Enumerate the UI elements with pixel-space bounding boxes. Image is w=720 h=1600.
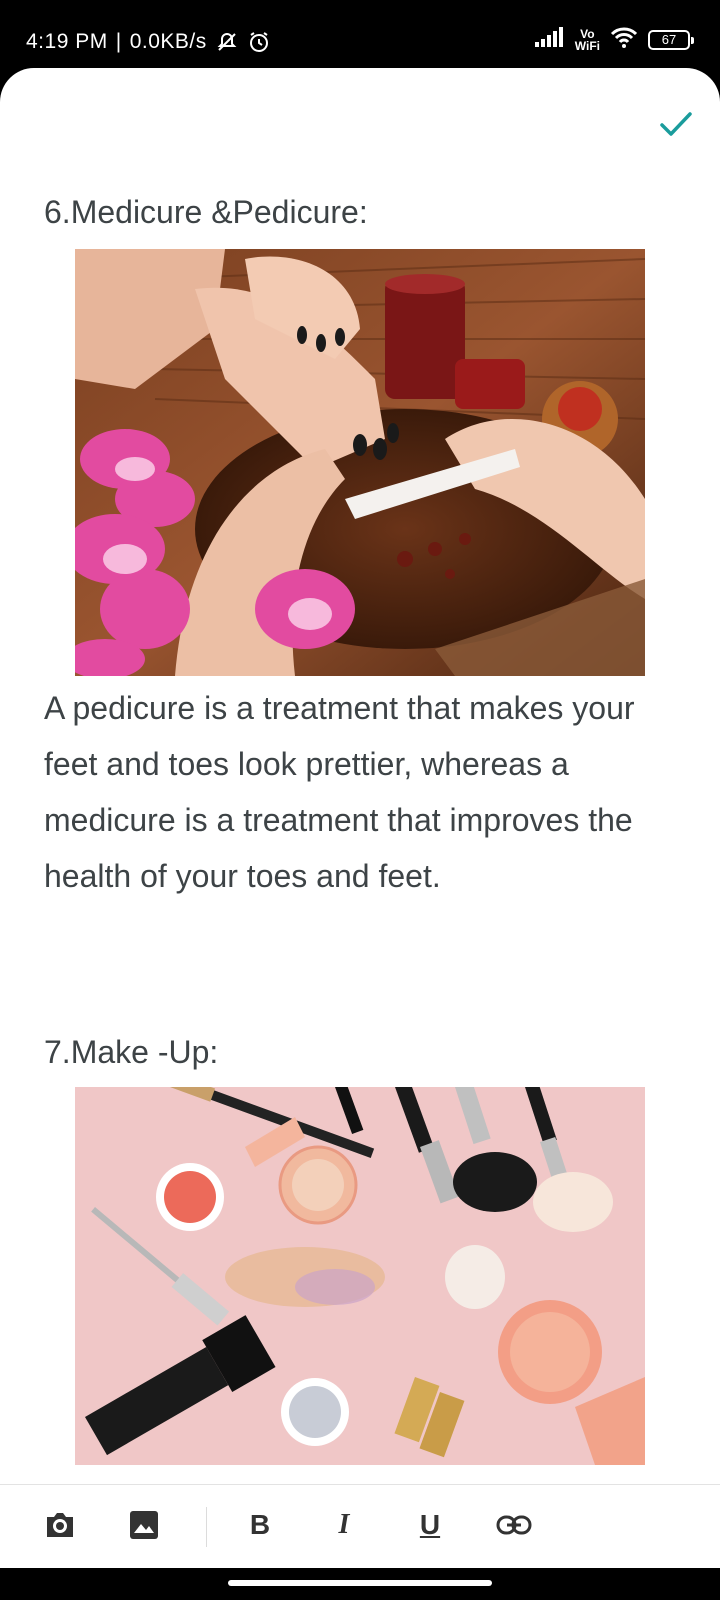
battery-level: 67 bbox=[661, 31, 677, 47]
alarm-icon bbox=[247, 30, 271, 54]
status-right: Vo WiFi 67 bbox=[534, 26, 694, 53]
mute-icon bbox=[215, 30, 239, 54]
status-net-speed: 0.0KB/s bbox=[129, 30, 207, 53]
toolbar-divider bbox=[206, 1507, 207, 1547]
section6-heading[interactable]: 6.Medicure &Pedicure: bbox=[44, 194, 368, 231]
link-icon bbox=[496, 1515, 532, 1535]
home-indicator[interactable] bbox=[228, 1580, 492, 1586]
wifi-icon bbox=[610, 26, 638, 53]
italic-button[interactable]: I bbox=[324, 1505, 364, 1545]
image-icon bbox=[130, 1511, 158, 1539]
manicure-photo[interactable] bbox=[75, 249, 645, 676]
check-icon bbox=[660, 112, 692, 136]
status-bar: 4:19 PM | 0.0KB/s Vo WiFi 67 bbox=[0, 0, 720, 68]
makeup-photo[interactable] bbox=[75, 1087, 645, 1465]
camera-icon bbox=[47, 1513, 73, 1537]
status-separator: | bbox=[115, 30, 122, 53]
done-button[interactable] bbox=[656, 104, 696, 144]
navigation-bar bbox=[0, 1568, 720, 1600]
camera-button[interactable] bbox=[40, 1505, 80, 1545]
section7-heading[interactable]: 7.Make -Up: bbox=[44, 1034, 218, 1071]
formatting-toolbar: B I U bbox=[0, 1484, 720, 1568]
status-time: 4:19 PM bbox=[26, 30, 108, 53]
status-left: 4:19 PM | 0.0KB/s bbox=[26, 30, 271, 54]
insert-image-button[interactable] bbox=[124, 1505, 164, 1545]
bold-button[interactable]: B bbox=[240, 1505, 280, 1545]
signal-icon bbox=[534, 27, 565, 52]
underline-button[interactable]: U bbox=[410, 1505, 450, 1545]
vowifi-bottom: WiFi bbox=[574, 38, 600, 53]
link-button[interactable] bbox=[494, 1505, 534, 1545]
section6-body[interactable]: A pedicure is a treatment that makes you… bbox=[44, 680, 684, 904]
vowifi-top: Vo bbox=[580, 26, 595, 41]
vowifi-indicator: Vo WiFi bbox=[575, 28, 600, 52]
editor-sheet: 6.Medicure &Pedicure: A pedicure is a tr… bbox=[0, 68, 720, 1568]
battery-icon: 67 bbox=[648, 29, 694, 50]
